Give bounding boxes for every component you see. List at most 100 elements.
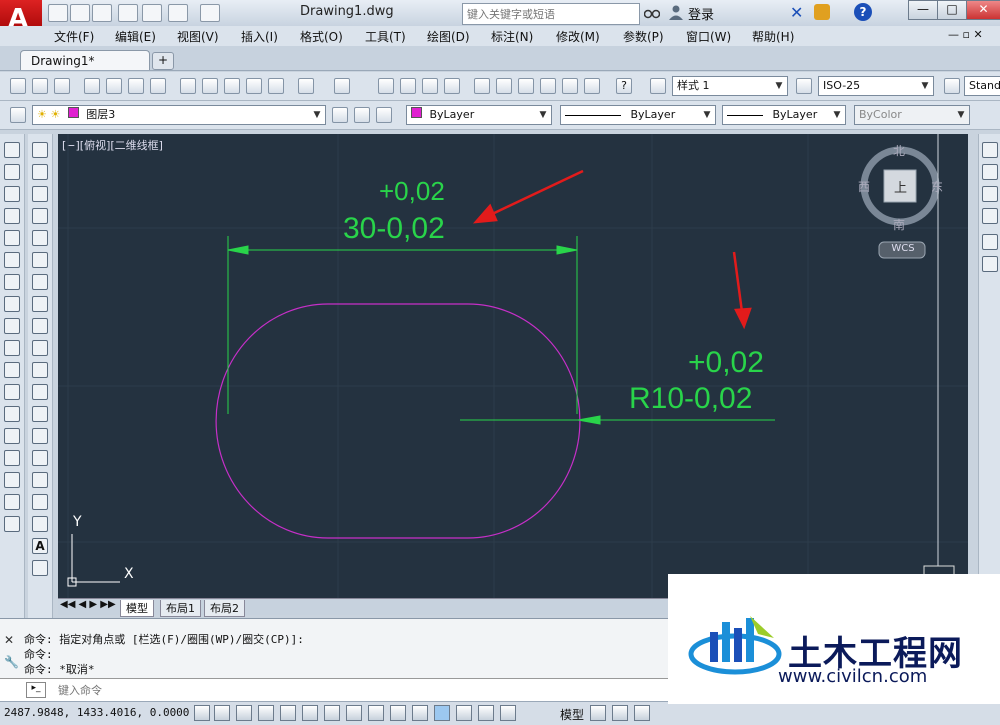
minimize-button[interactable]: — xyxy=(908,0,938,20)
3d-print-icon[interactable] xyxy=(150,78,166,94)
quick-properties-icon[interactable] xyxy=(456,705,472,721)
transparency-icon[interactable] xyxy=(434,705,450,721)
extend-icon[interactable] xyxy=(4,362,20,378)
open-icon[interactable] xyxy=(70,4,90,22)
quick-view-layouts-icon[interactable] xyxy=(590,705,606,721)
quick-view-drawings-icon[interactable] xyxy=(612,705,628,721)
compass-east[interactable]: 东 xyxy=(931,178,943,195)
viewcube-face-top[interactable]: 上 xyxy=(894,177,907,196)
zoom-realtime-icon[interactable] xyxy=(400,78,416,94)
design-center-icon[interactable] xyxy=(496,78,512,94)
redo-icon[interactable] xyxy=(200,4,220,22)
publish-icon[interactable] xyxy=(128,78,144,94)
paste-icon[interactable] xyxy=(224,78,240,94)
offset-icon[interactable] xyxy=(4,208,20,224)
plot-preview-icon[interactable] xyxy=(106,78,122,94)
plot-icon[interactable] xyxy=(84,78,100,94)
bring-above-icon[interactable] xyxy=(982,208,998,224)
compass-north[interactable]: 北 xyxy=(893,142,905,159)
dim-style-select[interactable]: ISO-25 ▼ xyxy=(818,76,934,96)
spline-icon[interactable] xyxy=(32,318,48,334)
menu-dimension[interactable]: 标注(N) xyxy=(491,28,533,45)
gradient-icon[interactable] xyxy=(32,472,48,488)
polygon-icon[interactable] xyxy=(32,208,48,224)
stretch-icon[interactable] xyxy=(4,318,20,334)
undo-tool-icon[interactable] xyxy=(298,78,314,94)
menu-insert[interactable]: 插入(I) xyxy=(241,28,278,45)
make-current-icon[interactable] xyxy=(332,107,348,123)
copy-icon[interactable] xyxy=(202,78,218,94)
coordinate-readout[interactable]: 2487.9848, 1433.4016, 0.0000 xyxy=(4,706,189,719)
layer-select[interactable]: ☀ ☀ 图层3 ▼ xyxy=(32,105,326,125)
zoom-previous-icon[interactable] xyxy=(444,78,460,94)
sheet-set-icon[interactable] xyxy=(540,78,556,94)
table-style-select[interactable]: Stand xyxy=(964,76,1000,96)
fillet-icon[interactable] xyxy=(4,472,20,488)
tool-palettes-icon[interactable] xyxy=(518,78,534,94)
pan-icon[interactable] xyxy=(378,78,394,94)
menu-format[interactable]: 格式(O) xyxy=(300,28,343,45)
help-tool-icon[interactable]: ? xyxy=(616,78,632,94)
revision-cloud-icon[interactable] xyxy=(32,296,48,312)
tab-drawing1[interactable]: Drawing1* xyxy=(20,50,150,70)
menu-file[interactable]: 文件(F) xyxy=(54,28,94,45)
pan-status-icon[interactable] xyxy=(634,705,650,721)
tab-layout1[interactable]: 布局1 xyxy=(160,600,201,617)
rotate-icon[interactable] xyxy=(4,274,20,290)
save-icon[interactable] xyxy=(92,4,112,22)
add-selected-icon[interactable] xyxy=(32,560,48,576)
join-icon[interactable] xyxy=(4,428,20,444)
wcs-menu[interactable]: WCS xyxy=(881,243,925,254)
login-link[interactable]: 登录 xyxy=(688,4,714,23)
new-icon[interactable] xyxy=(48,4,68,22)
rectangle-icon[interactable] xyxy=(32,230,48,246)
mirror-icon[interactable] xyxy=(4,186,20,202)
apps-icon[interactable] xyxy=(814,4,830,20)
open-file-icon[interactable] xyxy=(32,78,48,94)
dynamic-ucs-icon[interactable] xyxy=(368,705,384,721)
scale-icon[interactable] xyxy=(4,296,20,312)
tab-model[interactable]: 模型 xyxy=(120,600,154,617)
zoom-window-icon[interactable] xyxy=(422,78,438,94)
properties-icon[interactable] xyxy=(474,78,490,94)
markup-icon[interactable] xyxy=(562,78,578,94)
trim-icon[interactable] xyxy=(4,340,20,356)
dynamic-input-icon[interactable] xyxy=(390,705,406,721)
new-tab-button[interactable]: + xyxy=(152,52,174,70)
table-style-icon[interactable] xyxy=(944,78,960,94)
close-button[interactable]: ✕ xyxy=(966,0,1000,20)
point-icon[interactable] xyxy=(32,428,48,444)
command-prompt-icon[interactable]: ▸_ xyxy=(26,682,46,698)
break-icon[interactable] xyxy=(4,384,20,400)
menu-parametric[interactable]: 参数(P) xyxy=(623,28,664,45)
lineweight-icon[interactable] xyxy=(412,705,428,721)
search-input[interactable] xyxy=(463,4,639,24)
polyline-icon[interactable] xyxy=(32,186,48,202)
command-input[interactable] xyxy=(56,681,660,699)
multiline-text-icon[interactable]: A xyxy=(32,538,48,554)
save-file-icon[interactable] xyxy=(54,78,70,94)
construction-line-icon[interactable] xyxy=(32,164,48,180)
chamfer-icon[interactable] xyxy=(4,450,20,466)
undo-icon[interactable] xyxy=(168,4,188,22)
menu-modify[interactable]: 修改(M) xyxy=(556,28,600,45)
menu-help[interactable]: 帮助(H) xyxy=(752,28,794,45)
object-snap-icon[interactable] xyxy=(302,705,318,721)
table-icon[interactable] xyxy=(32,516,48,532)
user-icon[interactable] xyxy=(668,4,684,20)
quickcalc-icon[interactable] xyxy=(584,78,600,94)
infer-constraints-icon[interactable] xyxy=(194,705,210,721)
annotation-monitor-icon[interactable] xyxy=(500,705,516,721)
compass-south[interactable]: 南 xyxy=(893,216,905,233)
compass-west[interactable]: 西 xyxy=(858,178,870,195)
grid-display-icon[interactable] xyxy=(236,705,252,721)
circle-icon[interactable] xyxy=(32,274,48,290)
linetype-select[interactable]: ByLayer ▼ xyxy=(560,105,716,125)
draw-order-icon[interactable] xyxy=(982,142,998,158)
model-space-label[interactable]: 模型 xyxy=(560,706,584,723)
match-properties-icon[interactable] xyxy=(246,78,262,94)
plotstyle-select[interactable]: ByColor ▼ xyxy=(854,105,970,125)
ortho-mode-icon[interactable] xyxy=(258,705,274,721)
layer-previous-icon[interactable] xyxy=(354,107,370,123)
snap-mode-icon[interactable] xyxy=(214,705,230,721)
